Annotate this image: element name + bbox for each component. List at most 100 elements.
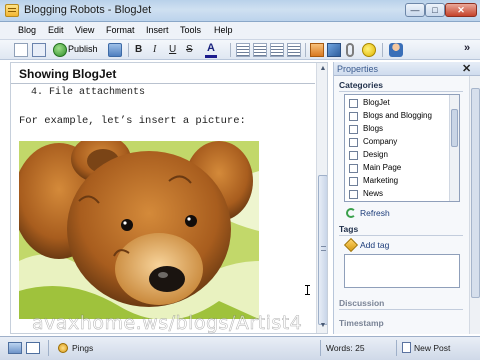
editor-scrollbar[interactable]: ▲ ▼ — [316, 63, 327, 333]
properties-scrollbar-thumb[interactable] — [471, 88, 480, 298]
status-divider — [48, 340, 49, 356]
categories-scrollbar-thumb[interactable] — [451, 109, 458, 147]
editor-pane[interactable]: Showing BlogJet 4. File attachments For … — [10, 62, 328, 334]
category-checkbox[interactable] — [349, 138, 358, 147]
list-item[interactable]: 4. File attachments — [31, 87, 145, 98]
bold-button[interactable]: B — [135, 44, 142, 55]
toolbar-separator — [382, 43, 383, 57]
category-label: Main Page — [363, 163, 402, 172]
category-label: Blogs — [363, 124, 384, 133]
categories-list[interactable]: BlogJet Blogs and Blogging Blogs Company… — [344, 94, 460, 202]
status-divider — [396, 340, 397, 356]
tags-label: Tags — [339, 224, 359, 234]
categories-scrollbar[interactable] — [449, 95, 459, 201]
teddy-bear-image[interactable] — [19, 141, 259, 319]
menu-insert[interactable]: Insert — [146, 25, 169, 35]
add-tag-icon[interactable] — [343, 237, 359, 253]
pings-icon[interactable] — [58, 343, 68, 353]
toolbar-separator — [128, 43, 129, 57]
menu-format[interactable]: Format — [106, 25, 135, 35]
font-color-swatch — [205, 55, 217, 58]
category-checkbox[interactable] — [349, 164, 358, 173]
underline-button[interactable]: U — [169, 44, 176, 55]
categories-label: Categories — [339, 80, 383, 90]
numbered-list-icon[interactable] — [236, 43, 250, 57]
font-color-icon[interactable]: A — [207, 42, 215, 54]
close-button[interactable]: ✕ — [445, 3, 477, 17]
scrollbar-grip — [321, 246, 326, 251]
outdent-icon[interactable] — [270, 43, 284, 57]
category-checkbox[interactable] — [349, 99, 358, 108]
status-divider — [320, 340, 321, 356]
title-bar: Blogging Robots - BlogJet — □ ✕ — [0, 0, 480, 22]
italic-button[interactable]: I — [153, 44, 156, 55]
category-checkbox[interactable] — [349, 190, 358, 199]
category-checkbox[interactable] — [349, 125, 358, 134]
smiley-icon[interactable] — [362, 43, 376, 57]
category-label: Company — [363, 137, 398, 146]
watermark-text: avaxhome.ws/blogs/Artist4 — [32, 312, 303, 335]
category-checkbox[interactable] — [349, 151, 358, 160]
discussion-label[interactable]: Discussion — [339, 298, 384, 308]
bullet-list-icon[interactable] — [253, 43, 267, 57]
timestamp-label[interactable]: Timestamp — [339, 318, 384, 328]
html-mode-icon[interactable] — [26, 342, 40, 354]
menu-bar: Blog Edit View Format Insert Tools Help — [0, 22, 480, 40]
body-paragraph[interactable]: For example, let’s insert a picture: — [19, 115, 246, 127]
menu-blog[interactable]: Blog — [18, 25, 36, 35]
minimize-button[interactable]: — — [405, 3, 425, 17]
teddy-bear-illustration — [19, 141, 259, 319]
publish-icon[interactable] — [53, 43, 67, 57]
menu-edit[interactable]: Edit — [48, 25, 64, 35]
status-bar: Pings Words: 25 New Post — [0, 336, 480, 360]
category-label: Marketing — [363, 176, 399, 185]
preview-mode-icon[interactable] — [8, 342, 22, 354]
refresh-icon[interactable] — [346, 208, 356, 218]
scroll-down-arrow-icon[interactable]: ▼ — [318, 321, 327, 331]
maximize-button[interactable]: □ — [425, 3, 445, 17]
post-state: New Post — [414, 343, 451, 353]
pings-button[interactable]: Pings — [72, 343, 93, 353]
toolbar: Publish B I U S A » — [0, 40, 480, 60]
refresh-link[interactable]: Refresh — [360, 208, 390, 218]
category-checkbox[interactable] — [349, 112, 358, 121]
indent-icon[interactable] — [287, 43, 301, 57]
category-label: BlogJet — [363, 98, 390, 107]
properties-panel: Properties ✕ Categories BlogJet Blogs an… — [333, 62, 480, 334]
properties-scrollbar[interactable] — [469, 76, 480, 334]
section-divider — [339, 91, 463, 92]
strikethrough-button[interactable]: S — [186, 44, 193, 55]
toolbar-separator — [230, 43, 231, 57]
scroll-up-arrow-icon[interactable]: ▲ — [318, 64, 327, 74]
category-label: News — [363, 189, 384, 198]
new-post-icon[interactable] — [14, 43, 28, 57]
user-icon[interactable] — [389, 43, 403, 57]
category-label: Blogs and Blogging — [363, 111, 432, 120]
section-divider — [339, 309, 463, 310]
menu-view[interactable]: View — [75, 25, 94, 35]
editor-scrollbar-thumb[interactable] — [318, 175, 327, 325]
menu-help[interactable]: Help — [214, 25, 233, 35]
open-blog-icon[interactable] — [32, 43, 46, 57]
text-cursor — [305, 285, 310, 295]
tags-input[interactable] — [344, 254, 460, 288]
new-post-status-icon — [402, 342, 411, 353]
blogjet-app-icon — [5, 4, 19, 17]
section-divider — [339, 235, 463, 236]
toolbar-overflow-button[interactable]: » — [464, 42, 470, 54]
properties-header: Properties ✕ — [334, 62, 480, 76]
post-title[interactable]: Showing BlogJet — [19, 67, 116, 81]
properties-close-icon[interactable]: ✕ — [462, 62, 471, 75]
category-label: Design — [363, 150, 388, 159]
properties-title: Properties — [337, 64, 379, 74]
attach-file-icon[interactable] — [346, 43, 354, 57]
toolbar-separator — [305, 43, 306, 57]
category-checkbox[interactable] — [349, 177, 358, 186]
add-tag-link[interactable]: Add tag — [360, 240, 389, 250]
spellcheck-icon[interactable] — [108, 43, 122, 57]
title-divider — [11, 83, 315, 84]
insert-image-icon[interactable] — [310, 43, 324, 57]
publish-button[interactable]: Publish — [68, 44, 98, 54]
insert-object-icon[interactable] — [327, 43, 341, 57]
menu-tools[interactable]: Tools — [180, 25, 201, 35]
